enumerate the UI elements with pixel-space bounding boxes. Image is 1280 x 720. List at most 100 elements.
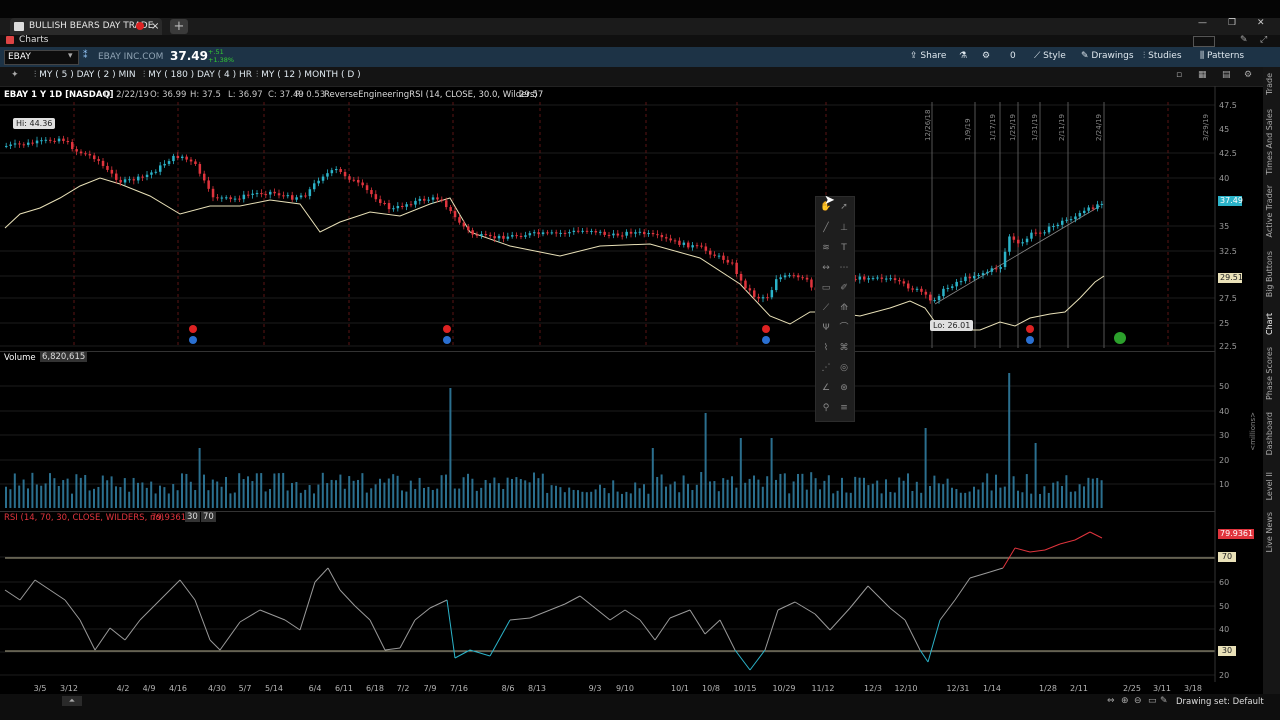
close-tab-icon[interactable]: ×	[151, 18, 159, 35]
gann-fan-icon[interactable]: ⟰	[838, 302, 850, 314]
price-range-icon[interactable]: ⌇	[820, 342, 832, 354]
fit-icon[interactable]: ▭	[1148, 696, 1157, 706]
patterns-button[interactable]: ⫼ Patterns	[1200, 51, 1244, 61]
magnet-icon[interactable]: ⚲	[820, 402, 832, 414]
candle-body	[585, 230, 589, 232]
zoom-in-icon[interactable]: ⊕	[1121, 696, 1129, 706]
cursor-icon[interactable]: ➚	[838, 201, 850, 213]
angle-icon[interactable]: ∠	[820, 382, 832, 394]
regression-icon[interactable]: ⊛	[838, 382, 850, 394]
vertical-line-label: 1/25/19	[1009, 114, 1017, 141]
rail-phase-scores[interactable]: Phase Scores	[1265, 347, 1274, 400]
rsi-segment	[219, 621, 241, 651]
rail-active-trader[interactable]: Active Trader	[1265, 185, 1274, 237]
volume-bar	[871, 483, 874, 508]
alerts-count[interactable]: 0	[1010, 51, 1016, 61]
candle-body	[682, 242, 686, 245]
style-button[interactable]: ⟋ Style	[1034, 51, 1066, 61]
volume-bar	[959, 492, 962, 508]
charts-label: Charts	[19, 35, 49, 45]
lines-icon[interactable]: ≡	[838, 402, 850, 414]
preset-tab-1[interactable]: ⫶ MY ( 180 ) DAY ( 4 ) HR	[143, 70, 252, 80]
candle-body	[128, 179, 131, 181]
pitchfork-icon[interactable]: Ψ	[820, 322, 832, 334]
minimize-icon[interactable]: —	[1198, 18, 1207, 28]
channel-icon[interactable]: ⋯	[838, 262, 850, 274]
pen-icon[interactable]: ✐	[838, 282, 850, 294]
arc-icon[interactable]: ⌒	[838, 322, 850, 334]
gear-icon[interactable]: ⚙	[1244, 70, 1252, 80]
rail-trade[interactable]: Trade	[1265, 73, 1274, 95]
speed-lines-icon[interactable]: ⋰	[820, 362, 832, 374]
ellipse-icon[interactable]: ◎	[838, 362, 850, 374]
share-button[interactable]: ⇪ Share	[910, 51, 946, 61]
pan-icon[interactable]: ⇔	[1107, 696, 1115, 706]
rail-dashboard[interactable]: Dashboard	[1265, 412, 1274, 455]
volume-bar	[581, 491, 584, 508]
candle-body	[1091, 207, 1095, 209]
candle-body	[977, 275, 980, 277]
grid-icon[interactable]: ✦	[11, 70, 19, 80]
link-icon[interactable]: ⁑	[83, 51, 88, 61]
candle-body	[594, 230, 598, 233]
fibonacci-icon[interactable]: ≋	[820, 242, 832, 254]
volume-bar	[291, 483, 293, 508]
grid-layout-icon[interactable]: ▦	[1198, 70, 1207, 80]
restore-icon[interactable]: ▫	[1176, 70, 1182, 80]
candle-body	[299, 195, 303, 198]
rectangle-icon[interactable]: ▭	[820, 282, 832, 294]
volume-bar	[154, 493, 157, 508]
expand-icon[interactable]: ⏶	[62, 696, 82, 706]
trendline-icon[interactable]: ╱	[820, 222, 832, 234]
candle-body	[458, 217, 461, 223]
preset-tab-2[interactable]: ⫶ MY ( 12 ) MONTH ( D )	[256, 70, 361, 80]
drawing-set-label[interactable]: Drawing set: Default	[1176, 697, 1264, 707]
maximize-icon[interactable]: ❐	[1228, 18, 1236, 28]
volume-bar	[964, 492, 967, 508]
horizontal-line-icon[interactable]: ↔	[820, 262, 832, 274]
price-level-icon[interactable]: ⊥	[838, 222, 850, 234]
candle-body	[22, 144, 26, 146]
volume-bar	[515, 477, 518, 508]
text-icon[interactable]: T	[838, 242, 850, 254]
share-label: Share	[920, 51, 947, 61]
price-chart[interactable]: 47.54542.5403532.53027.52522.5 12/26/181…	[0, 86, 1262, 350]
candle-body	[1052, 226, 1055, 228]
vertical-line-label: 1/9/19	[964, 118, 972, 141]
rsi-chart[interactable]: 60 50 40 20	[0, 510, 1262, 682]
rail-live-news[interactable]: Live News	[1265, 512, 1274, 553]
gear-icon[interactable]: ⚙	[982, 51, 990, 61]
drawings-button[interactable]: ✎ Drawings	[1081, 51, 1134, 61]
candle-body	[79, 151, 83, 154]
zoom-out-icon[interactable]: ⊖	[1134, 696, 1142, 706]
rsi-segment	[384, 647, 401, 651]
new-tab-button[interactable]: +	[170, 19, 188, 34]
detach-icon[interactable]: ⤢	[1260, 35, 1267, 45]
browser-tab[interactable]: BULLISH BEARS DAY TRADE ×	[10, 18, 162, 35]
ray-icon[interactable]: ⟋	[820, 302, 832, 314]
rail-big-buttons[interactable]: Big Buttons	[1265, 251, 1274, 297]
candle-body	[75, 149, 78, 152]
candle-body	[929, 294, 932, 301]
app-icon	[14, 22, 24, 31]
studies-button[interactable]: ⫶ Studies	[1143, 51, 1182, 61]
pin-icon[interactable]: ✎	[1240, 35, 1248, 45]
style-icon: ⟋	[1034, 51, 1044, 61]
rail-times-and-sales[interactable]: Times And Sales	[1265, 109, 1274, 175]
volume-bar	[700, 472, 703, 508]
close-window-icon[interactable]: ✕	[1257, 18, 1265, 28]
time-cycle-icon[interactable]: ⌘	[838, 342, 850, 354]
volume-bar	[638, 488, 641, 508]
volume-bar	[849, 492, 852, 508]
layout-icon[interactable]	[1193, 36, 1215, 47]
candle-body	[220, 197, 224, 199]
flask-icon[interactable]: ⚗	[959, 51, 967, 61]
layout-icon[interactable]: ▤	[1222, 70, 1231, 80]
preset-tab-0[interactable]: ⫶ MY ( 5 ) DAY ( 2 ) MIN	[34, 70, 136, 80]
rail-chart[interactable]: Chart	[1265, 313, 1274, 335]
volume-bar	[1056, 481, 1059, 508]
volume-chart[interactable]: 50 40 30 20 10	[0, 350, 1262, 510]
rail-level-ii[interactable]: Level II	[1265, 472, 1274, 500]
symbol-dropdown-icon[interactable]: ▾	[68, 51, 73, 61]
volume-bar	[1087, 477, 1090, 508]
